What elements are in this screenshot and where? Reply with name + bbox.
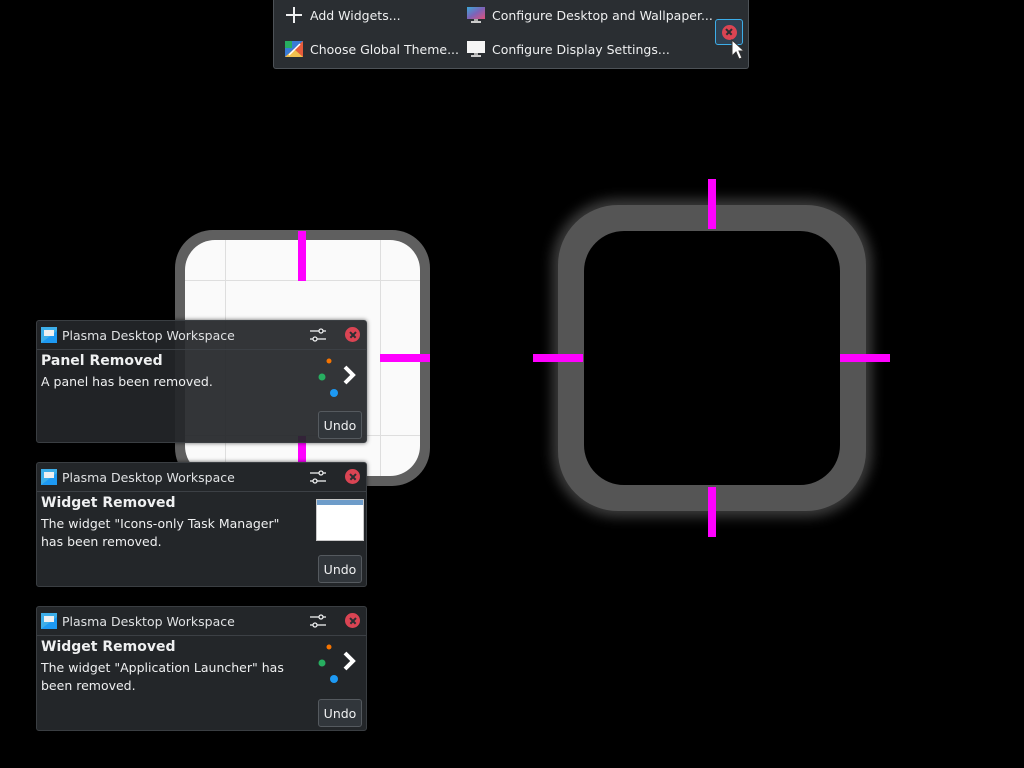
notification-header: Plasma Desktop Workspace [37,607,366,636]
configure-icon[interactable] [309,469,327,485]
undo-button[interactable]: Undo [318,555,362,583]
configure-desktop-button[interactable]: Configure Desktop and Wallpaper... [466,3,713,27]
theme-palette-icon [284,39,304,59]
notification-title: Widget Removed [41,639,176,655]
close-icon [721,24,737,40]
mouse-cursor-icon [731,38,746,65]
edge-marker-right [380,354,430,362]
panel-widget-icon [318,358,356,397]
edge-marker-bottom [708,487,716,537]
edge-marker-left [533,354,583,362]
close-icon[interactable] [345,469,360,484]
notification-title: Widget Removed [41,495,176,511]
notification-body: The widget "Icons-only Task Manager" has… [41,516,280,549]
edge-marker-right [840,354,890,362]
notification-widget-removed-taskmanager[interactable]: Plasma Desktop Workspace Widget Removed … [36,462,367,587]
plasma-app-icon [41,613,57,629]
configure-icon[interactable] [309,613,327,629]
configure-desktop-label: Configure Desktop and Wallpaper... [492,7,713,23]
configure-display-label: Configure Display Settings... [492,41,670,57]
notification-header: Plasma Desktop Workspace [37,463,366,492]
wallpaper-monitor-icon [466,5,486,25]
plasma-app-icon [41,469,57,485]
notification-panel-removed[interactable]: Plasma Desktop Workspace Panel Removed A… [36,320,367,443]
launcher-widget-icon [318,644,356,683]
notification-app-name: Plasma Desktop Workspace [62,613,235,629]
undo-button[interactable]: Undo [318,699,362,727]
display-monitor-icon [466,39,486,59]
edge-marker-top [708,179,716,229]
edge-marker-top [298,231,306,281]
notification-body: The widget "Application Launcher" has be… [41,660,284,693]
close-icon[interactable] [345,327,360,342]
notification-body: A panel has been removed. [41,374,213,389]
undo-button[interactable]: Undo [318,411,362,439]
add-widgets-button[interactable]: Add Widgets... [284,3,401,27]
notification-app-name: Plasma Desktop Workspace [62,327,235,343]
plasma-app-icon [41,327,57,343]
plus-icon [284,5,304,25]
widget-thumbnail [316,499,364,541]
choose-global-theme-label: Choose Global Theme... [310,41,460,57]
choose-global-theme-button[interactable]: Choose Global Theme... [284,37,459,61]
notification-widget-removed-launcher[interactable]: Plasma Desktop Workspace Widget Removed … [36,606,367,731]
configure-icon[interactable] [309,327,327,343]
desktop-toolbar: Add Widgets... Configure Desktop and Wal… [273,0,749,69]
notification-title: Panel Removed [41,353,163,369]
notification-header: Plasma Desktop Workspace [37,321,366,350]
panel-placeholder-dark [558,205,866,511]
close-icon[interactable] [345,613,360,628]
notification-app-name: Plasma Desktop Workspace [62,469,235,485]
configure-display-button[interactable]: Configure Display Settings... [466,37,670,61]
add-widgets-label: Add Widgets... [310,7,401,23]
